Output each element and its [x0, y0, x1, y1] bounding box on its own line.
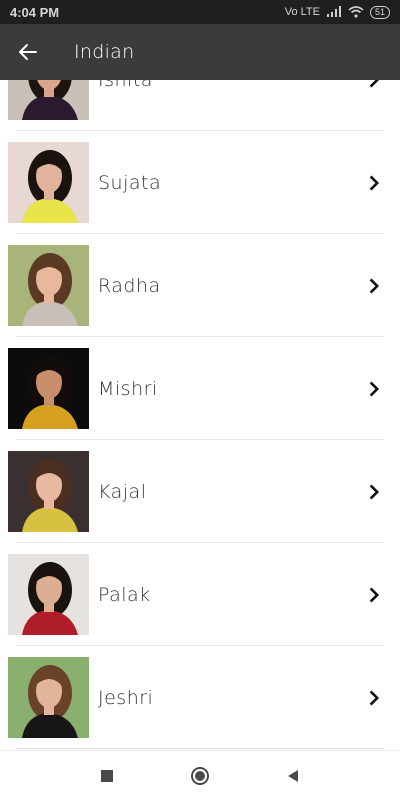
list-item[interactable]: Sujata	[0, 131, 400, 234]
profile-name: Radha	[98, 274, 161, 297]
profile-list-inner: Ishita Sujata Radha Mishri Kajal Palak Jeshri	[0, 80, 400, 749]
network-label: Vo LTE	[284, 6, 320, 18]
status-icons: Vo LTE 51	[284, 5, 390, 19]
profile-name: Kajal	[98, 480, 147, 503]
chevron-right-icon	[369, 380, 380, 397]
profile-name: Palak	[98, 583, 151, 606]
system-nav-bar	[0, 750, 400, 800]
wifi-icon	[348, 6, 364, 18]
battery-icon: 51	[369, 5, 390, 19]
chevron-right-icon	[369, 586, 380, 603]
profile-photo	[8, 554, 89, 635]
chevron-right-icon	[369, 277, 380, 294]
profile-photo	[8, 348, 89, 429]
profile-photo	[8, 245, 89, 326]
list-item[interactable]: Kajal	[0, 440, 400, 543]
profile-name: Mishri	[98, 377, 158, 400]
square-icon	[100, 769, 113, 782]
recents-button[interactable]	[92, 761, 122, 791]
profile-photo	[8, 451, 89, 532]
chevron-right-icon	[369, 483, 380, 500]
home-button[interactable]	[185, 761, 215, 791]
status-bar: 4:04 PM Vo LTE 51	[0, 0, 400, 24]
profile-name: Sujata	[98, 171, 162, 194]
toolbar: Indian	[0, 24, 400, 80]
profile-photo	[8, 142, 89, 223]
triangle-back-icon	[288, 769, 299, 782]
circle-icon	[190, 766, 209, 785]
chevron-right-icon	[369, 689, 380, 706]
arrow-left-icon	[19, 44, 37, 60]
profile-photo	[8, 80, 89, 120]
signal-icon	[326, 6, 341, 17]
back-button[interactable]	[0, 24, 56, 80]
profile-name: Ishita	[98, 80, 362, 91]
list-item[interactable]: Radha	[0, 234, 400, 337]
list-item[interactable]: Ishita	[0, 80, 400, 131]
chevron-right-icon	[369, 174, 380, 191]
profile-list[interactable]: Ishita Sujata Radha Mishri Kajal Palak Jeshri	[0, 80, 400, 750]
profile-name: Jeshri	[98, 686, 154, 709]
list-item[interactable]: Palak	[0, 543, 400, 646]
list-item[interactable]: Jeshri	[0, 646, 400, 749]
back-nav-button[interactable]	[278, 761, 308, 791]
chevron-right-icon	[369, 80, 379, 88]
page-title: Indian	[74, 41, 135, 63]
list-item[interactable]: Mishri	[0, 337, 400, 440]
profile-photo	[8, 657, 89, 738]
status-time: 4:04 PM	[10, 4, 60, 20]
